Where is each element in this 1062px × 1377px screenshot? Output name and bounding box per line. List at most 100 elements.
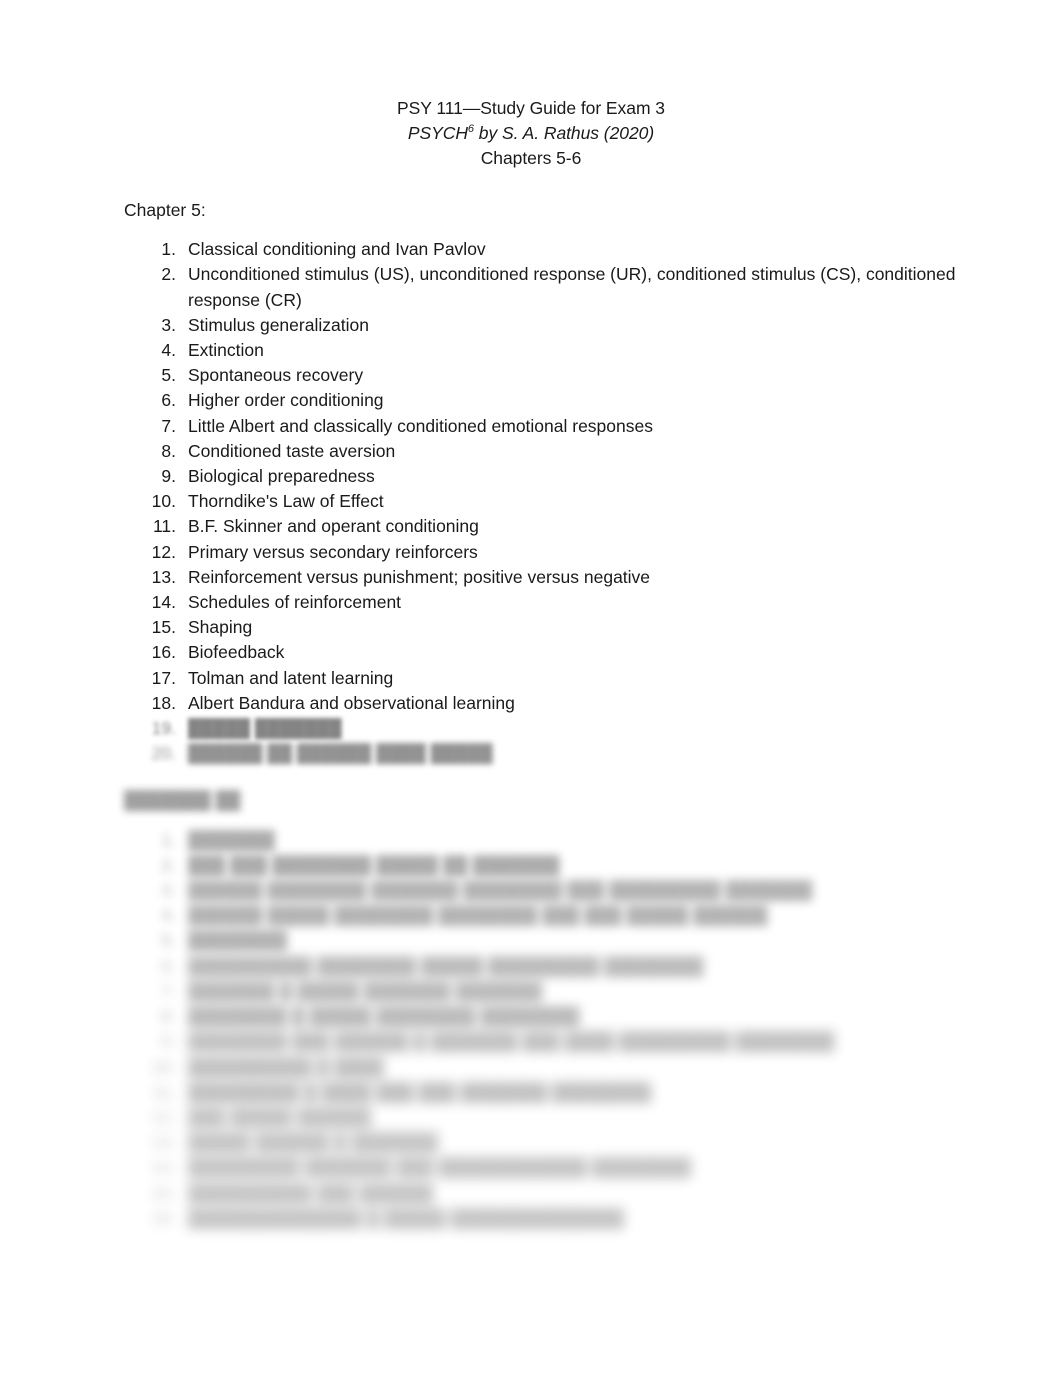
title-line-textbook: PSYCH6 by S. A. Rathus (2020) [0, 121, 1062, 146]
textbook-author-year: by S. A. Rathus (2020) [474, 123, 655, 144]
list-item-obscured: 19. █████ ███████ [0, 716, 1062, 741]
document-page: PSY 111—Study Guide for Exam 3 PSYCH6 by… [0, 0, 1062, 1377]
list-item: 4. Extinction [0, 338, 1062, 363]
list-item-number: 11. [152, 516, 176, 537]
list-item-text: ████████ ███ ██████ █ ███████ ███ ████ █… [188, 1031, 835, 1052]
list-item-obscured: 2. ███ ███ ████████ █████ ██ ███████ [0, 853, 1062, 878]
list-item-text: ██████████ ████████ █████ █████████ ████… [188, 955, 704, 976]
list-item: 14. Schedules of reinforcement [0, 590, 1062, 615]
list-item-text: █████████ █ ████ ███ ███ ███████ ███████… [188, 1081, 652, 1102]
list-item: 1. Classical conditioning and Ivan Pavlov [0, 237, 1062, 262]
list-item-number: 8. [161, 1006, 176, 1027]
list-item-text: Extinction [188, 340, 264, 361]
list-item-text: ███████ [188, 829, 275, 850]
list-item-text: Schedules of reinforcement [188, 592, 402, 613]
list-item: 18. Albert Bandura and observational lear… [0, 691, 1062, 716]
list-item-obscured: 3. ██████ ████████ ███████ ████████ ███ █… [0, 878, 1062, 903]
list-item-obscured: 11. █████████ █ ████ ███ ███ ███████ ████… [0, 1080, 1062, 1105]
list-item-number: 2. [161, 854, 176, 875]
list-item-number: 1. [161, 829, 176, 850]
list-item-text: █████████ ███████ ███ ████████████ █████… [188, 1157, 691, 1178]
list-item-text: Tolman and latent learning [188, 667, 394, 688]
list-item-obscured: 9. ████████ ███ ██████ █ ███████ ███ ████… [0, 1029, 1062, 1054]
list-item-number: 20. [151, 743, 176, 764]
list-item-number: 4. [161, 905, 176, 926]
list-item-number: 19. [151, 718, 176, 739]
textbook-name: PSYCH [407, 123, 468, 144]
list-item-obscured: 1. ███████ [0, 828, 1062, 853]
list-item-text: Unconditioned stimulus (US), uncondition… [188, 264, 956, 310]
list-item: 12. Primary versus secondary reinforcers [0, 540, 1062, 565]
chapter-6-heading-obscured: ███████ ██ [124, 790, 241, 811]
document-title-block: PSY 111—Study Guide for Exam 3 PSYCH6 by… [0, 96, 1062, 172]
list-item-number: 7. [161, 415, 176, 436]
list-item-obscured: 5. ████████ [0, 928, 1062, 953]
list-item-number: 3. [161, 880, 176, 901]
list-item-obscured: 13. █████ ██████ █ ███████ [0, 1130, 1062, 1155]
list-item-text: Shaping [188, 617, 253, 638]
list-item-text: Primary versus secondary reinforcers [188, 541, 478, 562]
list-item-number: 17. [151, 667, 176, 688]
list-item-number: 13. [151, 566, 176, 587]
list-item-text: █████ ███████ [188, 718, 342, 739]
list-item-text: Reinforcement versus punishment; positiv… [188, 566, 651, 587]
list-item-number: 13. [151, 1132, 176, 1153]
list-item-number: 12. [151, 541, 176, 562]
list-item-text: Thorndike's Law of Effect [188, 491, 384, 512]
list-item-text: ██████████████ █ █████ ██████████████ [188, 1207, 625, 1228]
list-item-number: 18. [151, 692, 176, 713]
list-item: 17. Tolman and latent learning [0, 666, 1062, 691]
list-item-obscured: 15. ██████████ ███ ██████ [0, 1181, 1062, 1206]
list-item-number: 16. [151, 1207, 176, 1228]
list-item-text: Spontaneous recovery [188, 365, 364, 386]
list-item-text: Biofeedback [188, 642, 285, 663]
list-item-text: ████████ [188, 930, 288, 951]
list-item-text: Little Albert and classically conditione… [188, 415, 653, 436]
list-item-text: ███ █████ ██████ [188, 1106, 372, 1127]
list-item-obscured: 4. ██████ █████ ████████ ████████ ███ ███… [0, 903, 1062, 928]
list-item-number: 14. [151, 592, 176, 613]
list-item-text: ██████████ ███ ██████ [188, 1182, 434, 1203]
list-item-obscured: 6. ██████████ ████████ █████ █████████ ██… [0, 954, 1062, 979]
list-item: 13. Reinforcement versus punishment; posi… [0, 565, 1062, 590]
list-item-number: 6. [161, 390, 176, 411]
list-item: 3. Stimulus generalization [0, 313, 1062, 338]
list-item-text: ██████████ █ ████ [188, 1056, 384, 1077]
list-item-number: 16. [151, 642, 176, 663]
list-item-number: 12. [151, 1106, 176, 1127]
list-item-number: 1. [161, 239, 176, 260]
title-line-course: PSY 111—Study Guide for Exam 3 [397, 98, 665, 118]
list-item-text: Classical conditioning and Ivan Pavlov [188, 239, 486, 260]
list-item-text: Albert Bandura and observational learnin… [188, 692, 515, 713]
list-item-text: ██████ █████ ████████ ████████ ███ ███ █… [188, 905, 768, 926]
list-item-obscured: 14. █████████ ███████ ███ ████████████ ██… [0, 1155, 1062, 1180]
list-item-number: 8. [161, 440, 176, 461]
list-item: 16. Biofeedback [0, 640, 1062, 665]
list-item-text: Higher order conditioning [188, 390, 384, 411]
title-line-chapters: Chapters 5-6 [480, 148, 582, 169]
list-item-text: Conditioned taste aversion [188, 440, 396, 461]
list-item: 11. B.F. Skinner and operant conditioning [0, 514, 1062, 539]
list-item-text: B.F. Skinner and operant conditioning [188, 516, 479, 537]
list-item-obscured: 12. ███ █████ ██████ [0, 1105, 1062, 1130]
list-item-text: ████████ █ █████ ████████ ████████ [188, 1006, 580, 1027]
list-item: 9. Biological preparedness [0, 464, 1062, 489]
list-item-number: 9. [161, 466, 176, 487]
chapter-5-list: 1. Classical conditioning and Ivan Pavlov… [0, 237, 1062, 716]
list-item-number: 10. [151, 491, 176, 512]
list-item-text: █████ ██████ █ ███████ [188, 1132, 439, 1153]
list-item-text: Biological preparedness [188, 466, 375, 487]
list-item-obscured: 20. ██████ ██ ██████ ████ █████ [0, 741, 1062, 766]
list-item-text: ██████ ██ ██████ ████ █████ [188, 743, 493, 764]
list-item: 6. Higher order conditioning [0, 388, 1062, 413]
chapter-5-heading: Chapter 5: [124, 200, 206, 220]
list-item-obscured: 7. ███████ █ █████ ███████ ███████ [0, 979, 1062, 1004]
list-item-number: 14. [151, 1157, 176, 1178]
list-item-number: 15. [151, 1182, 176, 1203]
list-item-obscured: 16. ██████████████ █ █████ ██████████████ [0, 1206, 1062, 1231]
list-item: 8. Conditioned taste aversion [0, 439, 1062, 464]
list-item-text: ███████ █ █████ ███████ ███████ [188, 980, 543, 1001]
